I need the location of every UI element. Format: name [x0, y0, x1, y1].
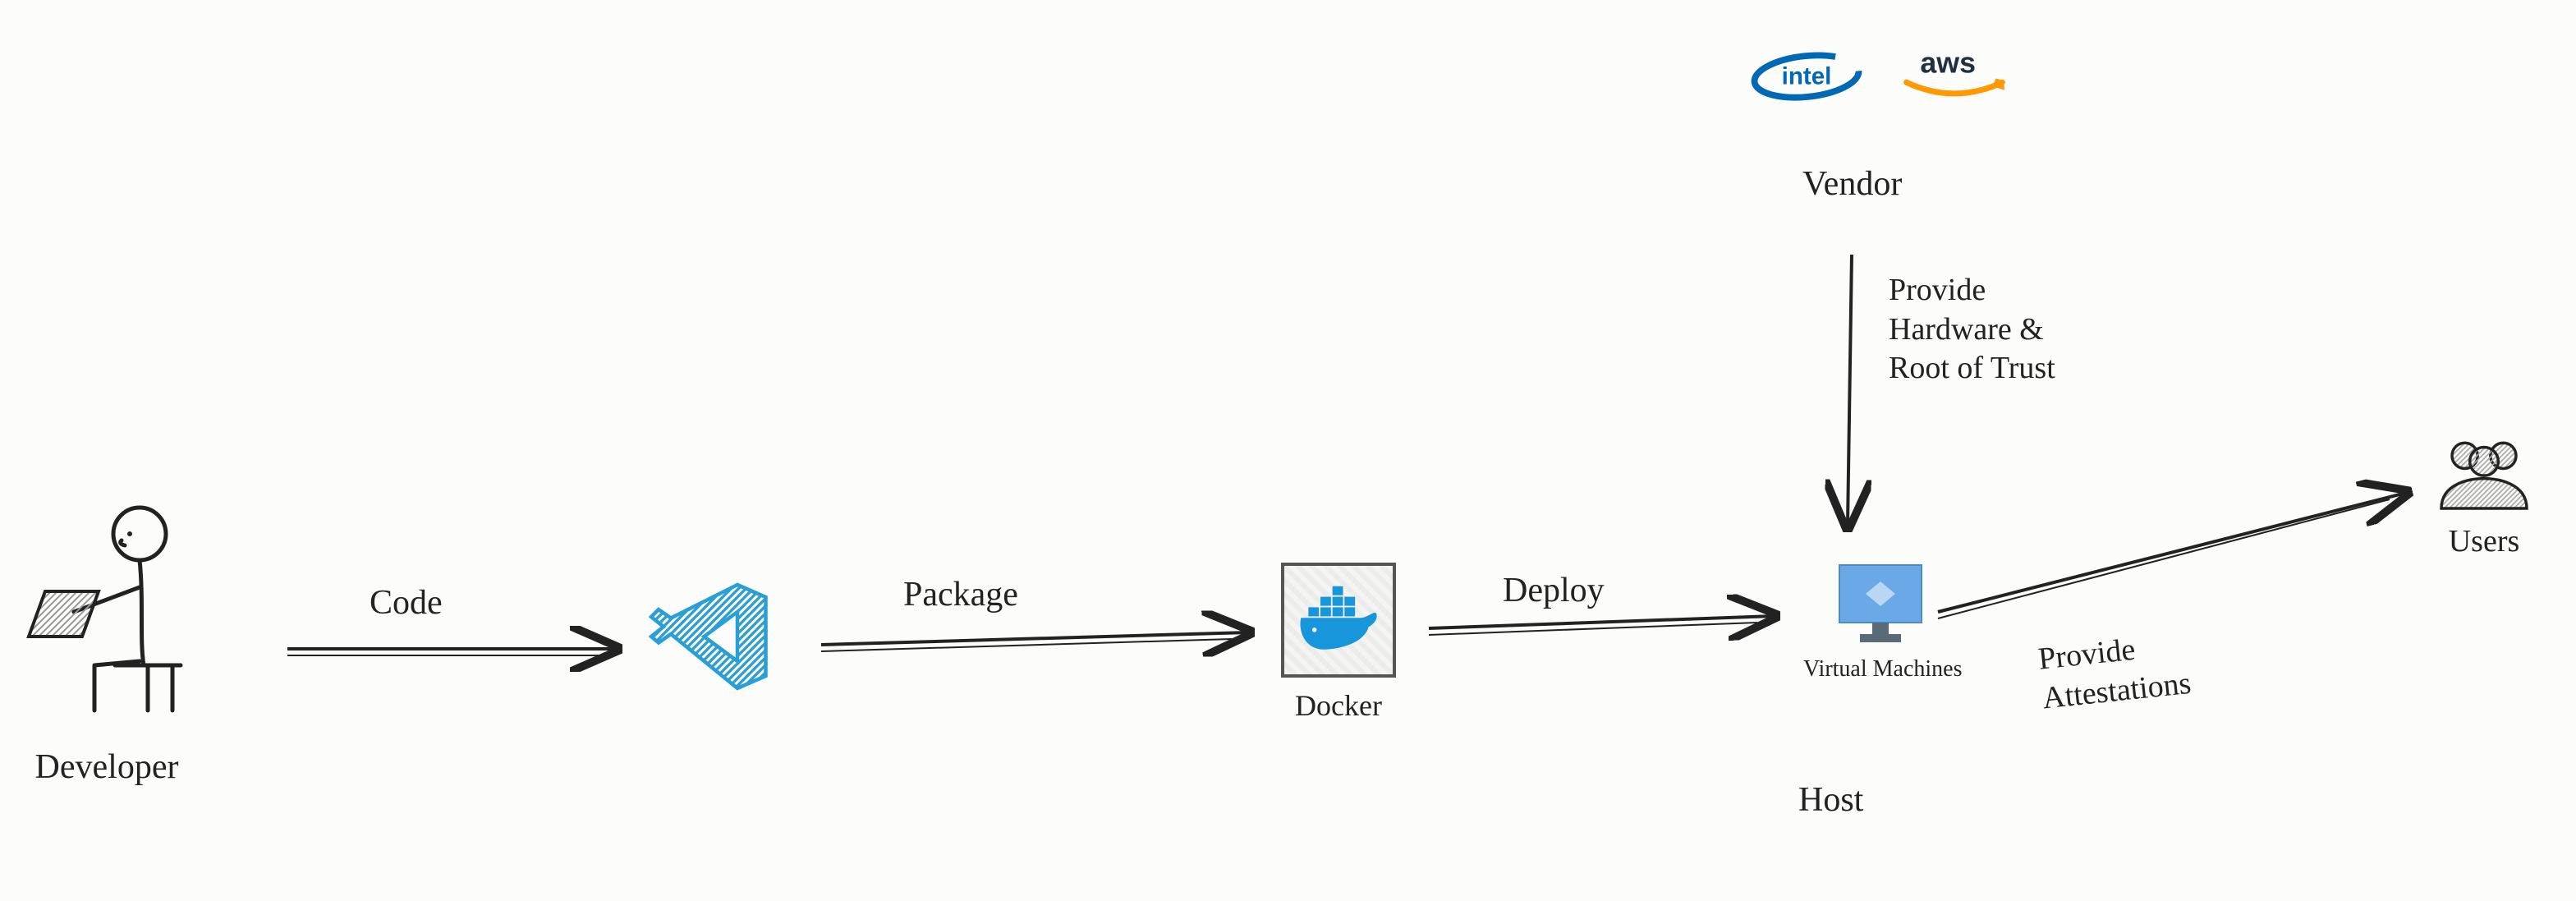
- vm-icon: [1831, 559, 1930, 649]
- arrow-code: [287, 649, 616, 655]
- edge-code-label: Code: [370, 583, 443, 623]
- developer-node: Developer: [16, 501, 197, 787]
- aws-logo-icon: aws: [1897, 41, 2012, 111]
- vm-label: Virtual Machines: [1803, 655, 1962, 683]
- edge-deploy-label: Deploy: [1503, 571, 1605, 610]
- docker-box: [1281, 563, 1396, 678]
- intel-logo-icon: intel: [1749, 48, 1864, 105]
- docker-label: Docker: [1295, 689, 1382, 723]
- svg-text:intel: intel: [1782, 62, 1832, 90]
- edge-attest-label: Provide Attestations: [2036, 625, 2193, 718]
- vendor-label: Vendor: [1802, 164, 1902, 204]
- vscode-icon: [649, 575, 772, 698]
- users-icon: [2431, 435, 2537, 517]
- vscode-node: [649, 575, 772, 698]
- developer-label: Developer: [35, 747, 179, 787]
- users-node: Users: [2431, 435, 2537, 560]
- arrows-layer: [0, 0, 2576, 901]
- arrow-package: [821, 632, 1248, 651]
- arrow-attest: [1938, 493, 2406, 618]
- arrow-deploy: [1429, 616, 1774, 635]
- host-label: Host: [1798, 780, 1863, 820]
- developer-icon: [16, 501, 197, 715]
- docker-icon: [1293, 583, 1384, 657]
- edge-provide-hw-label: Provide Hardware & Root of Trust: [1889, 271, 2055, 388]
- arrow-provide-hw: [1848, 255, 1852, 526]
- vendor-logos: intel aws: [1749, 41, 2012, 111]
- vm-node: Virtual Machines: [1798, 559, 1962, 683]
- edge-package-label: Package: [903, 575, 1018, 614]
- docker-node: Docker: [1281, 563, 1396, 723]
- users-label: Users: [2449, 524, 2520, 560]
- svg-text:aws: aws: [1920, 47, 1976, 80]
